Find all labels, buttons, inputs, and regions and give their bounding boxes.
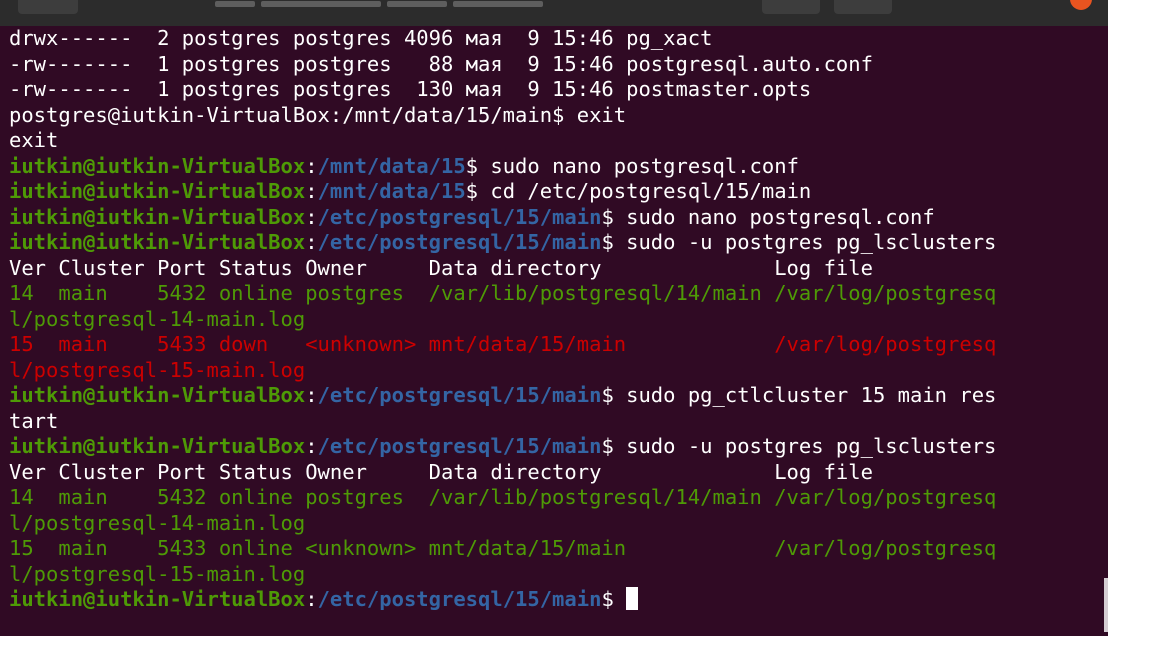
terminal-text: 15 main 5433 online <unknown> mnt/data/1…: [9, 536, 997, 560]
terminal-text: iutkin@iutkin-VirtualBox: [9, 383, 306, 407]
terminal-text: $ sudo -u postgres pg_lsclusters: [601, 230, 997, 254]
terminal-text: :: [305, 434, 318, 458]
terminal-line: -rw------- 1 postgres postgres 130 мая 9…: [9, 77, 1100, 103]
terminal-line: postgres@iutkin-VirtualBox:/mnt/data/15/…: [9, 103, 1100, 129]
terminal-output[interactable]: drwx------ 2 postgres postgres 4096 мая …: [9, 26, 1100, 613]
terminal-line: l/postgresql-14-main.log: [9, 511, 1100, 537]
terminal-line: 14 main 5432 online postgres /var/lib/po…: [9, 281, 1100, 307]
terminal-line: l/postgresql-15-main.log: [9, 358, 1100, 384]
search-button[interactable]: [762, 0, 820, 14]
terminal-text: /mnt/data/15: [317, 153, 466, 178]
terminal-text: exit: [9, 128, 59, 152]
terminal-line: -rw------- 1 postgres postgres 88 мая 9 …: [9, 52, 1100, 78]
terminal-text: iutkin@iutkin-VirtualBox: [9, 230, 306, 254]
terminal-text: :: [305, 153, 318, 178]
terminal-text: Ver Cluster Port Status Owner Data direc…: [9, 255, 873, 280]
menu-button[interactable]: [834, 0, 892, 14]
terminal-text: tart: [9, 408, 59, 433]
terminal-text: 15 main 5433 down <unknown> mnt/data/15/…: [9, 332, 997, 356]
terminal-text: iutkin@iutkin-VirtualBox: [9, 204, 306, 229]
text-cursor: [626, 587, 639, 610]
terminal-text: l/postgresql-14-main.log: [9, 510, 306, 535]
terminal-line: Ver Cluster Port Status Owner Data direc…: [9, 256, 1100, 282]
prompt-symbol: $: [601, 587, 627, 611]
window-title: [215, 0, 635, 7]
prompt-separator: :: [305, 587, 318, 611]
terminal-line: 15 main 5433 down <unknown> mnt/data/15/…: [9, 332, 1100, 358]
terminal-line: 15 main 5433 online <unknown> mnt/data/1…: [9, 536, 1100, 562]
prompt-path: /etc/postgresql/15/main: [317, 587, 602, 611]
terminal-text: Ver Cluster Port Status Owner Data direc…: [9, 459, 873, 484]
terminal-text: :: [305, 383, 318, 407]
title-bar: [0, 0, 1108, 26]
terminal-text: :: [305, 179, 318, 203]
new-tab-button[interactable]: [18, 0, 78, 14]
terminal-text: -rw------- 1 postgres postgres 130 мая 9…: [9, 77, 812, 101]
terminal-text: $ sudo -u postgres pg_lsclusters: [601, 434, 997, 458]
terminal-text: l/postgresql-14-main.log: [9, 306, 306, 331]
terminal-line: tart: [9, 409, 1100, 435]
terminal-line: iutkin@iutkin-VirtualBox:/etc/postgresql…: [9, 383, 1100, 409]
terminal-window[interactable]: drwx------ 2 postgres postgres 4096 мая …: [0, 0, 1108, 636]
close-icon[interactable]: [1070, 0, 1092, 10]
terminal-text: iutkin@iutkin-VirtualBox: [9, 153, 306, 178]
terminal-text: /etc/postgresql/15/main: [317, 204, 602, 229]
terminal-text: $ sudo nano postgresql.conf: [465, 153, 799, 178]
terminal-text: iutkin@iutkin-VirtualBox: [9, 179, 306, 203]
terminal-text: drwx------ 2 postgres postgres 4096 мая …: [9, 26, 713, 50]
terminal-text: :: [305, 204, 318, 229]
terminal-line: iutkin@iutkin-VirtualBox:/etc/postgresql…: [9, 205, 1100, 231]
terminal-text: /etc/postgresql/15/main: [317, 434, 602, 458]
terminal-text: $ cd /etc/postgresql/15/main: [465, 179, 812, 203]
terminal-text: /etc/postgresql/15/main: [317, 230, 602, 254]
terminal-text: 14 main 5432 online postgres /var/lib/po…: [9, 485, 997, 509]
terminal-text: /mnt/data/15: [317, 179, 466, 203]
terminal-line: iutkin@iutkin-VirtualBox:/mnt/data/15$ s…: [9, 154, 1100, 180]
terminal-line: drwx------ 2 postgres postgres 4096 мая …: [9, 26, 1100, 52]
terminal-text: $ sudo pg_ctlcluster 15 main res: [601, 383, 997, 407]
terminal-text: l/postgresql-15-main.log: [9, 357, 306, 382]
terminal-text: $ sudo nano postgresql.conf: [601, 204, 935, 229]
terminal-line: l/postgresql-15-main.log: [9, 562, 1100, 588]
terminal-line: iutkin@iutkin-VirtualBox:/etc/postgresql…: [9, 434, 1100, 460]
prompt-line[interactable]: iutkin@iutkin-VirtualBox:/etc/postgresql…: [9, 587, 1100, 613]
terminal-text: -rw------- 1 postgres postgres 88 мая 9 …: [9, 51, 873, 76]
terminal-text: l/postgresql-15-main.log: [9, 561, 306, 586]
terminal-line: iutkin@iutkin-VirtualBox:/mnt/data/15$ c…: [9, 179, 1100, 205]
terminal-text: postgres@iutkin-VirtualBox:/mnt/data/15/…: [9, 102, 627, 127]
terminal-text: /etc/postgresql/15/main: [317, 383, 602, 407]
terminal-line: l/postgresql-14-main.log: [9, 307, 1100, 333]
terminal-line: iutkin@iutkin-VirtualBox:/etc/postgresql…: [9, 230, 1100, 256]
terminal-text: 14 main 5432 online postgres /var/lib/po…: [9, 281, 997, 305]
terminal-line: 14 main 5432 online postgres /var/lib/po…: [9, 485, 1100, 511]
terminal-line: exit: [9, 128, 1100, 154]
terminal-line: Ver Cluster Port Status Owner Data direc…: [9, 460, 1100, 486]
scrollbar[interactable]: [1104, 578, 1108, 632]
terminal-text: :: [305, 230, 318, 254]
terminal-text: iutkin@iutkin-VirtualBox: [9, 434, 306, 458]
prompt-user-host: iutkin@iutkin-VirtualBox: [9, 587, 306, 611]
